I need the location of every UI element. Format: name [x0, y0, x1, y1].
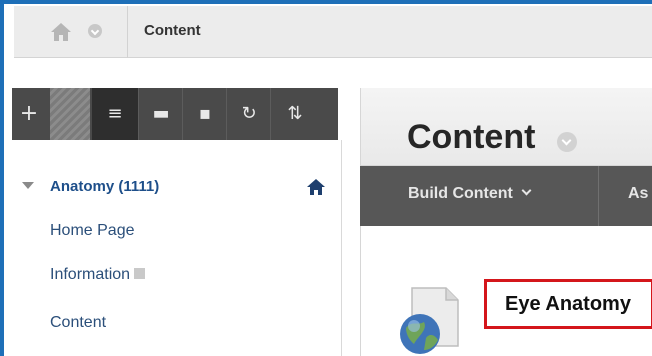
list-icon[interactable]: ≡ — [92, 88, 138, 140]
toolbar-separator — [138, 88, 139, 140]
toolbar-separator — [226, 88, 227, 140]
hidden-item-icon — [134, 268, 146, 280]
content-item-title[interactable]: Eye Anatomy — [505, 293, 631, 316]
sort-icon[interactable]: ⇅ — [274, 88, 316, 140]
action-bar-separator — [598, 166, 599, 226]
breadcrumb: Content — [14, 6, 652, 58]
window-icon[interactable]: ▪ — [184, 88, 226, 140]
course-menu-item-content[interactable]: Content — [50, 314, 106, 332]
course-menu-item-home-page[interactable]: Home Page — [50, 222, 135, 240]
course-menu: Anatomy (1111) Home Page Information Con… — [12, 140, 342, 356]
toolbar-divider-handle — [50, 88, 90, 140]
breadcrumb-home-zone — [14, 6, 128, 58]
build-content-button[interactable]: Build Content — [408, 185, 532, 203]
action-bar: Build Content As — [360, 166, 652, 226]
page-header: Content — [361, 88, 652, 166]
course-menu-item-information[interactable]: Information — [50, 266, 146, 284]
chevron-down-icon — [521, 185, 532, 196]
breadcrumb-current: Content — [144, 22, 201, 39]
toolbar-separator — [182, 88, 183, 140]
refresh-icon[interactable]: ↻ — [228, 88, 270, 140]
assessments-button[interactable]: As — [628, 185, 648, 203]
course-menu-toolbar: + ≡ ▬ ▪ ↻ ⇅ — [12, 88, 338, 140]
content-item-highlight: Eye Anatomy — [484, 279, 652, 329]
collapse-arrow-icon[interactable] — [22, 182, 34, 189]
plus-icon[interactable]: + — [12, 88, 46, 140]
chevron-down-icon[interactable] — [557, 132, 577, 152]
course-title[interactable]: Anatomy (1111) — [50, 178, 159, 195]
chevron-down-icon[interactable] — [88, 24, 102, 38]
home-icon[interactable] — [50, 22, 72, 42]
course-menu-item-label: Information — [50, 266, 131, 283]
build-content-label: Build Content — [408, 185, 513, 202]
folder-icon[interactable]: ▬ — [140, 88, 182, 140]
web-link-icon — [400, 287, 459, 354]
page-title: Content — [407, 118, 536, 156]
course-home-icon — [307, 179, 325, 195]
toolbar-separator — [270, 88, 271, 140]
